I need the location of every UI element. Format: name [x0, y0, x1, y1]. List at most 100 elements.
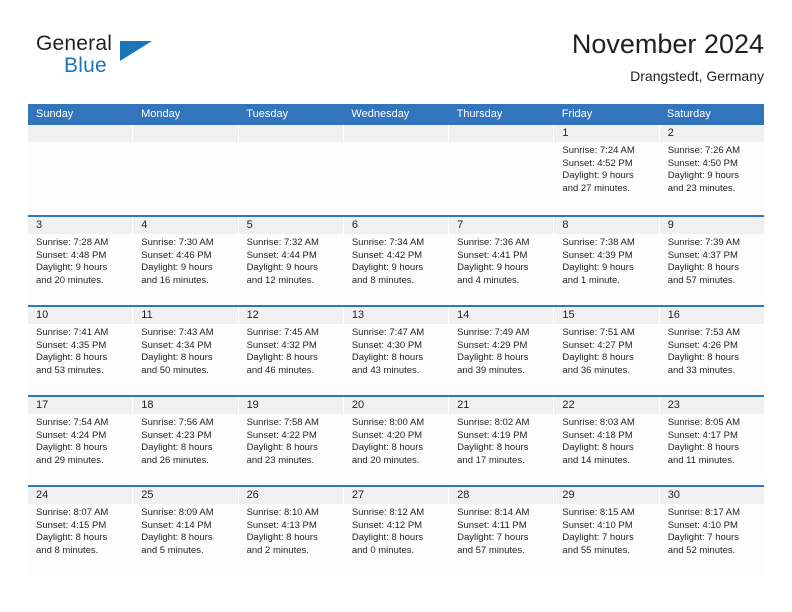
daylight-text-line1: Daylight: 7 hours [667, 532, 739, 544]
sunrise-text: Sunrise: 7:51 AM [562, 327, 635, 338]
day-cell[interactable]: 15 Sunrise: 7:51 AM Sunset: 4:27 PM Dayligh… [554, 307, 660, 395]
day-cell[interactable]: 28 Sunrise: 8:14 AM Sunset: 4:11 PM Dayligh… [449, 487, 555, 575]
day-number: 9 [667, 219, 674, 231]
calendar-weeks: 1 Sunrise: 7:24 AM Sunset: 4:52 PM Daylight… [28, 125, 764, 575]
calendar-week-row: 1 Sunrise: 7:24 AM Sunset: 4:52 PM Daylight… [28, 125, 764, 215]
day-number-band: 20 [343, 397, 449, 414]
daylight-text-line2: and 4 minutes. [457, 274, 520, 286]
day-cell[interactable]: 24 Sunrise: 8:07 AM Sunset: 4:15 PM Dayligh… [28, 487, 134, 575]
day-details: Sunrise: 8:14 AM Sunset: 4:11 PM Daylight:… [449, 504, 553, 557]
day-details: Sunrise: 7:30 AM Sunset: 4:46 PM Daylight:… [133, 234, 237, 287]
day-cell[interactable]: 17 Sunrise: 7:54 AM Sunset: 4:24 PM Dayligh… [28, 397, 134, 485]
sunrise-text: Sunrise: 7:43 AM [141, 327, 214, 338]
sunset-text: Sunset: 4:41 PM [457, 249, 528, 261]
day-cell[interactable]: 20 Sunrise: 8:00 AM Sunset: 4:20 PM Dayligh… [343, 397, 450, 485]
day-cell[interactable]: 29 Sunrise: 8:15 AM Sunset: 4:10 PM Dayligh… [554, 487, 660, 575]
day-number-band [28, 125, 133, 142]
daylight-text-line2: and 55 minutes. [562, 544, 631, 556]
day-cell[interactable]: 2 Sunrise: 7:26 AM Sunset: 4:50 PM Daylight… [659, 125, 764, 215]
day-cell[interactable]: 19 Sunrise: 7:58 AM Sunset: 4:22 PM Dayligh… [238, 397, 344, 485]
day-details: Sunrise: 7:58 AM Sunset: 4:22 PM Daylight:… [239, 414, 343, 467]
day-details: Sunrise: 7:41 AM Sunset: 4:35 PM Daylight:… [28, 324, 132, 377]
sunset-text: Sunset: 4:24 PM [36, 429, 107, 441]
sunset-text: Sunset: 4:44 PM [246, 249, 317, 261]
day-cell[interactable]: 12 Sunrise: 7:45 AM Sunset: 4:32 PM Dayligh… [238, 307, 344, 395]
daylight-text-line1: Daylight: 8 hours [141, 442, 213, 454]
day-number-band [238, 125, 343, 142]
day-cell[interactable]: 6 Sunrise: 7:34 AM Sunset: 4:42 PM Daylight… [343, 217, 450, 305]
day-details: Sunrise: 8:10 AM Sunset: 4:13 PM Daylight:… [239, 504, 343, 557]
day-cell[interactable]: 25 Sunrise: 8:09 AM Sunset: 4:14 PM Dayligh… [133, 487, 239, 575]
day-number-band: 28 [449, 487, 554, 504]
day-details: Sunrise: 7:53 AM Sunset: 4:26 PM Daylight:… [660, 324, 764, 377]
sunset-text: Sunset: 4:10 PM [667, 519, 738, 531]
daylight-text-line2: and 57 minutes. [667, 274, 736, 286]
day-number: 17 [36, 399, 49, 411]
sunset-text: Sunset: 4:48 PM [36, 249, 107, 261]
day-details: Sunrise: 7:54 AM Sunset: 4:24 PM Daylight:… [28, 414, 132, 467]
day-cell[interactable]: 26 Sunrise: 8:10 AM Sunset: 4:13 PM Dayligh… [238, 487, 344, 575]
daylight-text-line1: Daylight: 7 hours [562, 532, 634, 544]
day-number-band: 9 [659, 217, 764, 234]
day-cell[interactable]: 10 Sunrise: 7:41 AM Sunset: 4:35 PM Dayligh… [28, 307, 134, 395]
day-cell[interactable]: 16 Sunrise: 7:53 AM Sunset: 4:26 PM Dayligh… [659, 307, 764, 395]
day-cell[interactable]: 22 Sunrise: 8:03 AM Sunset: 4:18 PM Dayligh… [554, 397, 660, 485]
day-number: 18 [141, 399, 154, 411]
day-number-band: 27 [343, 487, 449, 504]
day-number-band: 6 [343, 217, 449, 234]
day-cell[interactable]: 13 Sunrise: 7:47 AM Sunset: 4:30 PM Dayligh… [343, 307, 450, 395]
daylight-text-line2: and 2 minutes. [246, 544, 309, 556]
sunrise-text: Sunrise: 8:05 AM [667, 417, 741, 428]
day-cell[interactable]: 9 Sunrise: 7:39 AM Sunset: 4:37 PM Daylight… [659, 217, 764, 305]
day-cell[interactable]: 3 Sunrise: 7:28 AM Sunset: 4:48 PM Daylight… [28, 217, 134, 305]
day-details: Sunrise: 7:24 AM Sunset: 4:52 PM Daylight:… [554, 142, 658, 195]
day-details: Sunrise: 7:39 AM Sunset: 4:37 PM Daylight:… [660, 234, 764, 287]
day-cell[interactable]: 27 Sunrise: 8:12 AM Sunset: 4:12 PM Dayligh… [343, 487, 450, 575]
day-cell[interactable]: 8 Sunrise: 7:38 AM Sunset: 4:39 PM Daylight… [554, 217, 660, 305]
sunset-text: Sunset: 4:35 PM [36, 339, 107, 351]
day-number-band [133, 125, 238, 142]
day-cell[interactable]: 21 Sunrise: 8:02 AM Sunset: 4:19 PM Dayligh… [449, 397, 555, 485]
sunrise-text: Sunrise: 7:49 AM [457, 327, 530, 338]
day-number: 5 [246, 219, 253, 231]
daylight-text-line1: Daylight: 9 hours [667, 170, 739, 182]
sunrise-text: Sunrise: 7:30 AM [141, 237, 214, 248]
day-cell[interactable]: 23 Sunrise: 8:05 AM Sunset: 4:17 PM Dayligh… [659, 397, 764, 485]
day-number-band: 25 [133, 487, 238, 504]
day-number: 12 [246, 309, 259, 321]
weekday-header-tuesday: Tuesday [246, 108, 289, 120]
day-details: Sunrise: 7:32 AM Sunset: 4:44 PM Daylight:… [239, 234, 343, 287]
sunset-text: Sunset: 4:29 PM [457, 339, 528, 351]
logo-text-general: General [36, 32, 113, 55]
day-number-band: 2 [659, 125, 764, 142]
daylight-text-line2: and 29 minutes. [36, 454, 104, 466]
sunset-text: Sunset: 4:22 PM [246, 429, 317, 441]
day-cell[interactable]: 14 Sunrise: 7:49 AM Sunset: 4:29 PM Dayligh… [449, 307, 555, 395]
weekday-header-sunday: Sunday [36, 108, 74, 120]
day-cell[interactable]: 30 Sunrise: 8:17 AM Sunset: 4:10 PM Dayligh… [659, 487, 764, 575]
day-cell[interactable]: 18 Sunrise: 7:56 AM Sunset: 4:23 PM Dayligh… [133, 397, 239, 485]
day-number-band: 8 [554, 217, 659, 234]
daylight-text-line2: and 36 minutes. [562, 364, 631, 376]
daylight-text-line1: Daylight: 9 hours [457, 262, 529, 274]
day-number: 27 [351, 489, 365, 501]
day-number-band: 1 [554, 125, 659, 142]
daylight-text-line2: and 0 minutes. [351, 544, 415, 556]
daylight-text-line2: and 20 minutes. [36, 274, 104, 286]
sunset-text: Sunset: 4:50 PM [667, 157, 738, 169]
day-number-band: 22 [554, 397, 659, 414]
sunset-text: Sunset: 4:18 PM [562, 429, 633, 441]
sunset-text: Sunset: 4:30 PM [351, 339, 423, 351]
day-cell[interactable]: 1 Sunrise: 7:24 AM Sunset: 4:52 PM Daylight… [554, 125, 660, 215]
day-number-band: 21 [449, 397, 554, 414]
day-number: 28 [457, 489, 470, 501]
calendar-week-row: 17 Sunrise: 7:54 AM Sunset: 4:24 PM Dayligh… [28, 395, 764, 485]
day-cell[interactable]: 5 Sunrise: 7:32 AM Sunset: 4:44 PM Daylight… [238, 217, 344, 305]
day-cell[interactable]: 7 Sunrise: 7:36 AM Sunset: 4:41 PM Daylight… [449, 217, 555, 305]
day-cell[interactable]: 11 Sunrise: 7:43 AM Sunset: 4:34 PM Dayligh… [133, 307, 239, 395]
day-cell[interactable]: 4 Sunrise: 7:30 AM Sunset: 4:46 PM Daylight… [133, 217, 239, 305]
day-cell-empty [343, 125, 450, 215]
daylight-text-line1: Daylight: 8 hours [246, 442, 318, 454]
sunset-text: Sunset: 4:12 PM [351, 519, 423, 531]
day-number-band: 30 [659, 487, 764, 504]
